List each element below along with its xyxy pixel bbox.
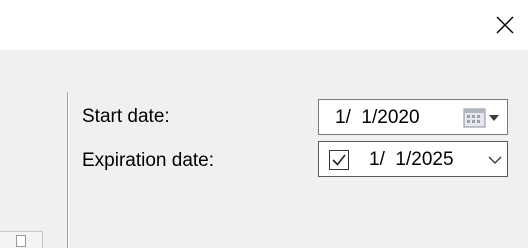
expiration-date-picker[interactable]: 1/ 1/2025 — [318, 141, 508, 177]
calendar-icon[interactable] — [462, 107, 502, 129]
close-icon — [496, 16, 514, 34]
expiration-enabled-checkbox[interactable] — [329, 150, 349, 170]
partial-button[interactable] — [0, 231, 43, 248]
expiration-date-value[interactable]: 1/ 1/2025 — [369, 148, 454, 172]
title-bar — [0, 0, 528, 50]
chevron-down-icon[interactable] — [487, 152, 503, 168]
expiration-date-label: Expiration date: — [82, 150, 215, 171]
start-date-picker[interactable]: 1/ 1/2020 — [318, 99, 508, 135]
dialog-body: Start date: 1/ 1/2020 Expiration date: 1… — [0, 50, 528, 248]
close-button[interactable] — [482, 0, 528, 50]
vertical-divider-highlight — [68, 92, 69, 248]
start-date-label: Start date: — [82, 106, 170, 127]
document-icon — [16, 235, 26, 247]
start-date-value[interactable]: 1/ 1/2020 — [335, 106, 420, 130]
